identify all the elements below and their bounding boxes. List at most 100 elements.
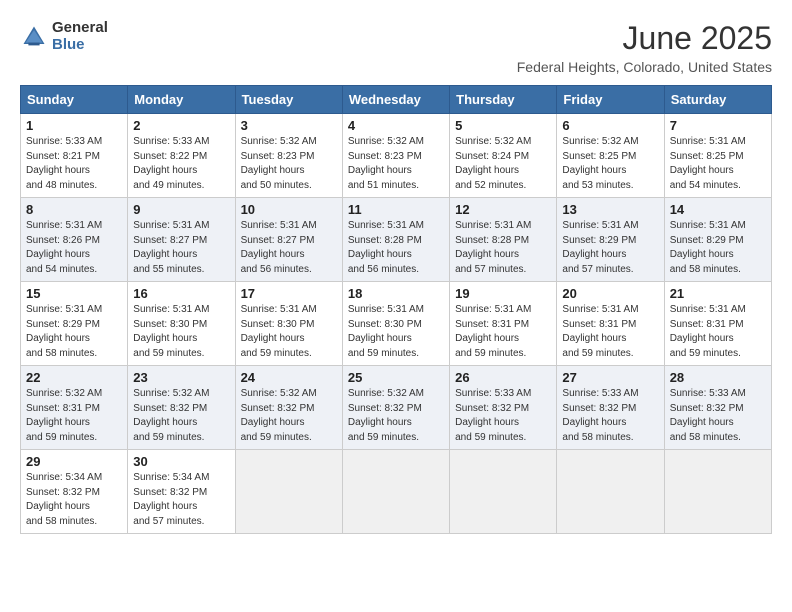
calendar-cell bbox=[235, 450, 342, 534]
day-info: Sunrise: 5:33 AM Sunset: 8:32 PM Dayligh… bbox=[562, 387, 658, 445]
day-info: Sunrise: 5:31 AM Sunset: 8:28 PM Dayligh… bbox=[348, 219, 444, 277]
calendar-header-row: Sunday Monday Tuesday Wednesday Thursday… bbox=[21, 86, 772, 114]
day-info: Sunrise: 5:32 AM Sunset: 8:32 PM Dayligh… bbox=[348, 387, 444, 445]
day-info: Sunrise: 5:32 AM Sunset: 8:32 PM Dayligh… bbox=[241, 387, 337, 445]
logo-icon bbox=[20, 23, 48, 51]
calendar-table: Sunday Monday Tuesday Wednesday Thursday… bbox=[20, 85, 772, 534]
day-info: Sunrise: 5:34 AM Sunset: 8:32 PM Dayligh… bbox=[133, 471, 229, 529]
col-sunday: Sunday bbox=[21, 86, 128, 114]
calendar-cell: 13 Sunrise: 5:31 AM Sunset: 8:29 PM Dayl… bbox=[557, 198, 664, 282]
day-number: 7 bbox=[670, 118, 766, 133]
day-info: Sunrise: 5:31 AM Sunset: 8:28 PM Dayligh… bbox=[455, 219, 551, 277]
calendar-week-1: 1 Sunrise: 5:33 AM Sunset: 8:21 PM Dayli… bbox=[21, 114, 772, 198]
day-number: 8 bbox=[26, 202, 122, 217]
day-info: Sunrise: 5:31 AM Sunset: 8:31 PM Dayligh… bbox=[455, 303, 551, 361]
calendar-cell: 28 Sunrise: 5:33 AM Sunset: 8:32 PM Dayl… bbox=[664, 366, 771, 450]
day-info: Sunrise: 5:33 AM Sunset: 8:32 PM Dayligh… bbox=[670, 387, 766, 445]
calendar-week-4: 22 Sunrise: 5:32 AM Sunset: 8:31 PM Dayl… bbox=[21, 366, 772, 450]
day-number: 5 bbox=[455, 118, 551, 133]
day-number: 6 bbox=[562, 118, 658, 133]
logo-general-text: General bbox=[52, 20, 108, 37]
day-info: Sunrise: 5:31 AM Sunset: 8:29 PM Dayligh… bbox=[670, 219, 766, 277]
day-info: Sunrise: 5:31 AM Sunset: 8:27 PM Dayligh… bbox=[241, 219, 337, 277]
calendar-cell: 15 Sunrise: 5:31 AM Sunset: 8:29 PM Dayl… bbox=[21, 282, 128, 366]
day-number: 27 bbox=[562, 370, 658, 385]
day-number: 2 bbox=[133, 118, 229, 133]
calendar-cell: 2 Sunrise: 5:33 AM Sunset: 8:22 PM Dayli… bbox=[128, 114, 235, 198]
col-wednesday: Wednesday bbox=[342, 86, 449, 114]
calendar-cell: 9 Sunrise: 5:31 AM Sunset: 8:27 PM Dayli… bbox=[128, 198, 235, 282]
calendar-cell bbox=[557, 450, 664, 534]
calendar-cell: 18 Sunrise: 5:31 AM Sunset: 8:30 PM Dayl… bbox=[342, 282, 449, 366]
calendar-cell bbox=[450, 450, 557, 534]
day-number: 28 bbox=[670, 370, 766, 385]
day-number: 21 bbox=[670, 286, 766, 301]
day-number: 4 bbox=[348, 118, 444, 133]
day-info: Sunrise: 5:33 AM Sunset: 8:21 PM Dayligh… bbox=[26, 135, 122, 193]
month-year-title: June 2025 bbox=[517, 20, 772, 57]
day-number: 3 bbox=[241, 118, 337, 133]
day-number: 18 bbox=[348, 286, 444, 301]
calendar-cell: 3 Sunrise: 5:32 AM Sunset: 8:23 PM Dayli… bbox=[235, 114, 342, 198]
day-number: 10 bbox=[241, 202, 337, 217]
day-number: 14 bbox=[670, 202, 766, 217]
day-info: Sunrise: 5:31 AM Sunset: 8:29 PM Dayligh… bbox=[562, 219, 658, 277]
day-number: 22 bbox=[26, 370, 122, 385]
calendar-cell: 20 Sunrise: 5:31 AM Sunset: 8:31 PM Dayl… bbox=[557, 282, 664, 366]
day-info: Sunrise: 5:31 AM Sunset: 8:30 PM Dayligh… bbox=[241, 303, 337, 361]
header: General Blue June 2025 Federal Heights, … bbox=[20, 20, 772, 75]
day-info: Sunrise: 5:32 AM Sunset: 8:23 PM Dayligh… bbox=[241, 135, 337, 193]
day-number: 11 bbox=[348, 202, 444, 217]
day-number: 24 bbox=[241, 370, 337, 385]
calendar-cell: 17 Sunrise: 5:31 AM Sunset: 8:30 PM Dayl… bbox=[235, 282, 342, 366]
day-number: 9 bbox=[133, 202, 229, 217]
calendar-cell: 16 Sunrise: 5:31 AM Sunset: 8:30 PM Dayl… bbox=[128, 282, 235, 366]
logo-text: General Blue bbox=[52, 20, 108, 53]
day-info: Sunrise: 5:32 AM Sunset: 8:25 PM Dayligh… bbox=[562, 135, 658, 193]
calendar-cell bbox=[664, 450, 771, 534]
calendar-cell: 6 Sunrise: 5:32 AM Sunset: 8:25 PM Dayli… bbox=[557, 114, 664, 198]
day-number: 15 bbox=[26, 286, 122, 301]
calendar-cell: 7 Sunrise: 5:31 AM Sunset: 8:25 PM Dayli… bbox=[664, 114, 771, 198]
calendar-cell: 26 Sunrise: 5:33 AM Sunset: 8:32 PM Dayl… bbox=[450, 366, 557, 450]
day-info: Sunrise: 5:31 AM Sunset: 8:31 PM Dayligh… bbox=[562, 303, 658, 361]
day-number: 17 bbox=[241, 286, 337, 301]
day-info: Sunrise: 5:31 AM Sunset: 8:29 PM Dayligh… bbox=[26, 303, 122, 361]
calendar-cell: 4 Sunrise: 5:32 AM Sunset: 8:23 PM Dayli… bbox=[342, 114, 449, 198]
day-number: 12 bbox=[455, 202, 551, 217]
logo: General Blue bbox=[20, 20, 108, 53]
calendar-cell: 22 Sunrise: 5:32 AM Sunset: 8:31 PM Dayl… bbox=[21, 366, 128, 450]
day-info: Sunrise: 5:32 AM Sunset: 8:23 PM Dayligh… bbox=[348, 135, 444, 193]
calendar-cell: 8 Sunrise: 5:31 AM Sunset: 8:26 PM Dayli… bbox=[21, 198, 128, 282]
col-thursday: Thursday bbox=[450, 86, 557, 114]
day-info: Sunrise: 5:31 AM Sunset: 8:30 PM Dayligh… bbox=[348, 303, 444, 361]
calendar-cell: 11 Sunrise: 5:31 AM Sunset: 8:28 PM Dayl… bbox=[342, 198, 449, 282]
calendar-cell: 14 Sunrise: 5:31 AM Sunset: 8:29 PM Dayl… bbox=[664, 198, 771, 282]
day-number: 25 bbox=[348, 370, 444, 385]
calendar-week-2: 8 Sunrise: 5:31 AM Sunset: 8:26 PM Dayli… bbox=[21, 198, 772, 282]
title-area: June 2025 Federal Heights, Colorado, Uni… bbox=[517, 20, 772, 75]
col-monday: Monday bbox=[128, 86, 235, 114]
day-info: Sunrise: 5:34 AM Sunset: 8:32 PM Dayligh… bbox=[26, 471, 122, 529]
logo-blue-text: Blue bbox=[52, 37, 108, 54]
day-number: 29 bbox=[26, 454, 122, 469]
calendar-cell bbox=[342, 450, 449, 534]
calendar-cell: 29 Sunrise: 5:34 AM Sunset: 8:32 PM Dayl… bbox=[21, 450, 128, 534]
col-tuesday: Tuesday bbox=[235, 86, 342, 114]
day-number: 23 bbox=[133, 370, 229, 385]
calendar-cell: 12 Sunrise: 5:31 AM Sunset: 8:28 PM Dayl… bbox=[450, 198, 557, 282]
calendar-cell: 19 Sunrise: 5:31 AM Sunset: 8:31 PM Dayl… bbox=[450, 282, 557, 366]
calendar-week-3: 15 Sunrise: 5:31 AM Sunset: 8:29 PM Dayl… bbox=[21, 282, 772, 366]
calendar-cell: 25 Sunrise: 5:32 AM Sunset: 8:32 PM Dayl… bbox=[342, 366, 449, 450]
day-number: 26 bbox=[455, 370, 551, 385]
day-info: Sunrise: 5:32 AM Sunset: 8:32 PM Dayligh… bbox=[133, 387, 229, 445]
day-info: Sunrise: 5:32 AM Sunset: 8:24 PM Dayligh… bbox=[455, 135, 551, 193]
calendar-cell: 27 Sunrise: 5:33 AM Sunset: 8:32 PM Dayl… bbox=[557, 366, 664, 450]
day-info: Sunrise: 5:31 AM Sunset: 8:25 PM Dayligh… bbox=[670, 135, 766, 193]
calendar-cell: 5 Sunrise: 5:32 AM Sunset: 8:24 PM Dayli… bbox=[450, 114, 557, 198]
calendar-cell: 1 Sunrise: 5:33 AM Sunset: 8:21 PM Dayli… bbox=[21, 114, 128, 198]
day-info: Sunrise: 5:31 AM Sunset: 8:27 PM Dayligh… bbox=[133, 219, 229, 277]
calendar-cell: 24 Sunrise: 5:32 AM Sunset: 8:32 PM Dayl… bbox=[235, 366, 342, 450]
calendar-cell: 23 Sunrise: 5:32 AM Sunset: 8:32 PM Dayl… bbox=[128, 366, 235, 450]
calendar-cell: 21 Sunrise: 5:31 AM Sunset: 8:31 PM Dayl… bbox=[664, 282, 771, 366]
